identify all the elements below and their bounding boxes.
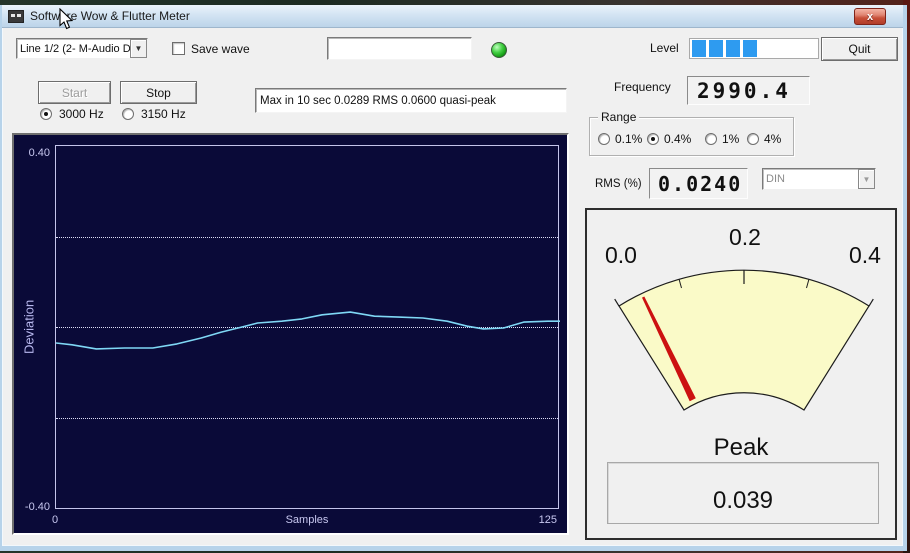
radio-range-0.4[interactable] <box>647 133 659 145</box>
peak-label: Peak <box>713 434 769 461</box>
range-groupbox: Range 0.1% 0.4% 1% 4% <box>589 110 794 156</box>
deviation-chart: 0.40 -0.40 Deviation 0 Samples 125 <box>12 133 569 535</box>
radio-range-0.4-label: 0.4% <box>664 132 692 146</box>
peak-display: 0.039 <box>607 462 879 524</box>
status-led-icon <box>491 42 507 58</box>
tick-major-0.0 <box>614 298 620 307</box>
audio-device-value: Line 1/2 (2- M-Audio De <box>20 42 130 55</box>
radio-range-4-label: 4% <box>764 132 782 146</box>
deviation-curve <box>56 311 560 350</box>
radio-range-0.1-label: 0.1% <box>615 132 643 146</box>
meter-face <box>618 269 870 411</box>
level-label: Level <box>650 41 679 55</box>
x-tick-max: 125 <box>538 514 557 526</box>
radio-3150hz-label: 3150 Hz <box>141 107 186 121</box>
start-button[interactable]: Start <box>38 81 111 104</box>
title-bar[interactable]: Software Wow & Flutter Meter x <box>2 5 903 28</box>
stop-button[interactable]: Stop <box>120 81 197 104</box>
plot-area <box>55 145 560 509</box>
x-tick-min: 0 <box>52 514 59 526</box>
status-box: Max in 10 sec 0.0289 RMS 0.0600 quasi-pe… <box>255 88 567 113</box>
app-icon <box>8 9 24 23</box>
analog-meter: 0.0 0.2 0.4 Peak 0.039 <box>585 208 897 540</box>
radio-range-0.1[interactable] <box>598 133 610 145</box>
x-axis-label: Samples <box>285 514 329 526</box>
peak-value: 0.039 <box>712 487 774 514</box>
radio-range-4[interactable] <box>747 133 759 145</box>
radio-3000hz-label: 3000 Hz <box>59 107 104 121</box>
quit-button[interactable]: Quit <box>821 37 898 61</box>
tick-major-0.4 <box>868 298 874 307</box>
weighting-value: DIN <box>766 173 785 185</box>
close-button[interactable]: x <box>854 8 886 25</box>
app-window: Software Wow & Flutter Meter x Line 1/2 … <box>0 5 907 551</box>
wave-filename-input[interactable] <box>327 37 472 60</box>
frequency-display: 2990.4 <box>687 76 810 105</box>
y-axis-label: Deviation <box>21 299 37 355</box>
status-text: Max in 10 sec 0.0289 RMS 0.0600 quasi-pe… <box>260 94 496 107</box>
frequency-label: Frequency <box>614 80 671 94</box>
save-wave-checkbox[interactable] <box>172 42 185 55</box>
chevron-down-icon[interactable]: ▼ <box>130 39 147 58</box>
save-wave-label: Save wave <box>191 42 250 56</box>
range-label: Range <box>598 110 640 124</box>
radio-range-1[interactable] <box>705 133 717 145</box>
curve-svg <box>56 311 560 350</box>
rms-display: 0.0240 <box>649 168 748 199</box>
rms-label: RMS (%) <box>595 178 642 190</box>
radio-range-1-label: 1% <box>722 132 740 146</box>
chevron-down-icon: ▼ <box>858 169 875 189</box>
radio-3000hz[interactable] <box>40 108 52 120</box>
weighting-select[interactable]: DIN ▼ <box>762 168 876 190</box>
radio-3150hz[interactable] <box>122 108 134 120</box>
window-title: Software Wow & Flutter Meter <box>30 9 190 23</box>
audio-device-select[interactable]: Line 1/2 (2- M-Audio De ▼ <box>16 38 148 59</box>
level-meter <box>689 38 819 59</box>
level-bar-segments <box>692 40 757 57</box>
